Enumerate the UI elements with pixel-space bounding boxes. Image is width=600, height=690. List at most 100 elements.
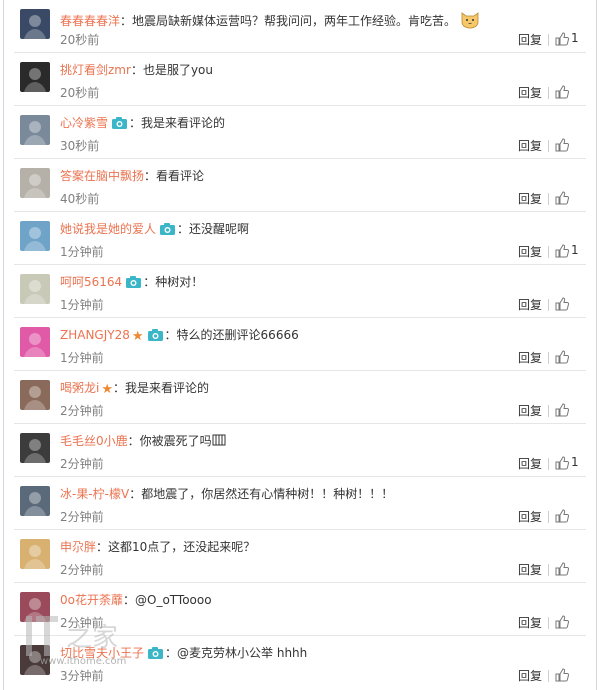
action-divider: [548, 299, 549, 311]
username-link[interactable]: ZHANGJY28: [60, 328, 130, 342]
username-link[interactable]: 呵呵56164: [60, 275, 122, 289]
reply-button[interactable]: 回复: [518, 84, 542, 101]
comment-text: 地震局缺新媒体运营吗？帮我问问，两年工作经验。肯吃苦。: [132, 14, 457, 28]
thumbs-up-icon[interactable]: [555, 191, 570, 205]
camera-badge-icon[interactable]: [126, 276, 142, 288]
reply-button[interactable]: 回复: [518, 190, 542, 207]
username-link[interactable]: 0o花开荼蘼: [60, 593, 123, 607]
avatar[interactable]: [20, 592, 50, 622]
username-link[interactable]: 心冷紫雪: [60, 116, 108, 130]
thumbs-up-icon[interactable]: [555, 456, 570, 470]
thumbs-up-icon[interactable]: [555, 244, 570, 258]
reply-button[interactable]: 回复: [518, 614, 542, 631]
thumbs-up-icon[interactable]: [555, 138, 570, 152]
comment-actions: 回复: [462, 508, 582, 526]
colon-separator: ：: [120, 14, 133, 28]
reply-button[interactable]: 回复: [518, 31, 542, 48]
username-link[interactable]: 喝粥龙i: [60, 381, 99, 395]
colon-separator: ：: [144, 169, 157, 183]
like-button[interactable]: [548, 402, 582, 420]
comment-text: 都地震了，你居然还有心情种树！！种树！！！: [141, 487, 394, 501]
like-button[interactable]: [548, 508, 582, 526]
like-button[interactable]: [548, 296, 582, 314]
username-link[interactable]: 毛毛丝0小鹿: [60, 434, 128, 448]
thumbs-up-icon[interactable]: [555, 85, 570, 99]
colon-separator: ：: [130, 63, 143, 77]
comment-actions: 回复: [462, 561, 582, 579]
colon-separator: ：: [177, 222, 190, 236]
avatar[interactable]: [20, 486, 50, 516]
comment-line: 毛毛丝0小鹿：你被震死了吗: [60, 433, 226, 452]
reply-button[interactable]: 回复: [518, 455, 542, 472]
comment-time: 1分钟前: [60, 298, 104, 312]
username-link[interactable]: 申尕胖: [60, 540, 96, 554]
thumbs-up-icon[interactable]: [555, 615, 570, 629]
thumbs-up-icon[interactable]: [555, 297, 570, 311]
username-link[interactable]: 冰-果-柠-檬V: [60, 487, 129, 501]
avatar[interactable]: [20, 62, 50, 92]
camera-badge-icon[interactable]: [112, 117, 128, 129]
action-divider: [548, 511, 549, 523]
reply-button[interactable]: 回复: [518, 243, 542, 260]
thumbs-up-icon[interactable]: [555, 403, 570, 417]
like-button[interactable]: [548, 349, 582, 367]
camera-badge-icon[interactable]: [160, 223, 176, 235]
username-link[interactable]: 她说我是她的爱人: [60, 222, 156, 236]
like-button[interactable]: 1: [548, 31, 582, 49]
like-button[interactable]: 1: [548, 455, 582, 473]
comment-text: 我是来看评论的: [125, 381, 210, 395]
thumbs-up-icon[interactable]: [555, 668, 570, 682]
like-button[interactable]: [548, 84, 582, 102]
comment-actions: 回复 1: [462, 455, 582, 473]
comment-text: 也是服了you: [142, 63, 214, 77]
action-divider: [548, 352, 549, 364]
comment-line: 挑灯看剑zmr：也是服了you: [60, 62, 213, 79]
reply-button[interactable]: 回复: [518, 349, 542, 366]
comment-text: @麦克劳林小公举 hhhh: [177, 646, 308, 660]
star-badge-icon[interactable]: ★: [101, 381, 113, 398]
reply-button[interactable]: 回复: [518, 561, 542, 578]
avatar[interactable]: [20, 115, 50, 145]
action-divider: [548, 617, 549, 629]
avatar[interactable]: [20, 539, 50, 569]
avatar[interactable]: [20, 433, 50, 463]
reply-button[interactable]: 回复: [518, 402, 542, 419]
comment-text: @O_oTToooo: [135, 593, 212, 607]
avatar[interactable]: [20, 327, 50, 357]
avatar[interactable]: [20, 221, 50, 251]
comment-time: 2分钟前: [60, 616, 104, 630]
camera-badge-icon[interactable]: [147, 329, 163, 341]
reply-button[interactable]: 回复: [518, 667, 542, 684]
thumbs-up-icon[interactable]: [555, 562, 570, 576]
like-button[interactable]: 1: [548, 243, 582, 261]
comment-time: 2分钟前: [60, 563, 104, 577]
reply-button[interactable]: 回复: [518, 296, 542, 313]
username-link[interactable]: 挑灯看剑zmr: [60, 63, 131, 77]
like-button[interactable]: [548, 614, 582, 632]
avatar[interactable]: [20, 380, 50, 410]
avatar[interactable]: [20, 274, 50, 304]
action-divider: [548, 564, 549, 576]
avatar[interactable]: [20, 168, 50, 198]
comment-text: 我是来看评论的: [141, 116, 226, 130]
comment-item: 心冷紫雪 ：我是来看评论的 30秒前 回复: [14, 106, 586, 158]
username-link[interactable]: 春春春春洋: [60, 14, 120, 28]
comment-item: 春春春春洋：地震局缺新媒体运营吗？帮我问问，两年工作经验。肯吃苦。 20秒前 回复 1: [14, 0, 586, 52]
reply-button[interactable]: 回复: [518, 137, 542, 154]
like-count: 1: [571, 31, 579, 45]
thumbs-up-icon[interactable]: [555, 350, 570, 364]
colon-separator: ：: [122, 593, 135, 607]
like-button[interactable]: [548, 190, 582, 208]
comment-item: 答案在脑中飘扬：看看评论 40秒前 回复: [14, 159, 586, 211]
camera-badge-icon[interactable]: [148, 647, 164, 659]
like-button[interactable]: [548, 667, 582, 685]
comment-line: 0o花开荼蘼：@O_oTToooo: [60, 592, 212, 609]
star-badge-icon[interactable]: ★: [132, 328, 144, 345]
thumbs-up-icon[interactable]: [555, 509, 570, 523]
thumbs-up-icon[interactable]: [555, 32, 570, 46]
username-link[interactable]: 答案在脑中飘扬: [60, 169, 144, 183]
reply-button[interactable]: 回复: [518, 508, 542, 525]
like-button[interactable]: [548, 561, 582, 579]
avatar[interactable]: [20, 9, 50, 39]
like-button[interactable]: [548, 137, 582, 155]
